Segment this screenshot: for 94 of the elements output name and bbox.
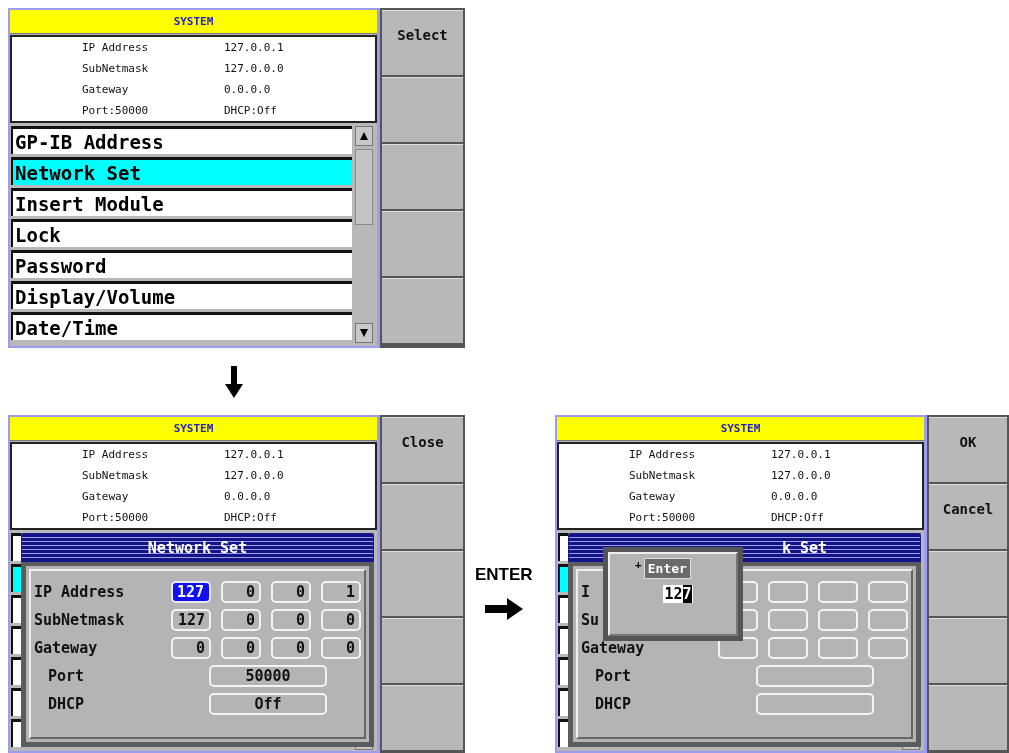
field-label: DHCP bbox=[594, 695, 632, 713]
field-label: Gateway bbox=[581, 639, 645, 657]
input-field[interactable] bbox=[818, 637, 858, 659]
input-field[interactable]: Off bbox=[209, 693, 327, 715]
softkey[interactable] bbox=[382, 618, 463, 683]
info-label: SubNetmask bbox=[82, 469, 150, 482]
info-label: Gateway bbox=[629, 490, 677, 503]
scroll-down-button[interactable] bbox=[355, 323, 373, 343]
input-field[interactable]: 0 bbox=[221, 581, 261, 603]
softkey[interactable]: OK bbox=[929, 417, 1007, 482]
field-label: Port bbox=[594, 667, 632, 685]
input-field[interactable]: 0 bbox=[271, 609, 311, 631]
info-label: Gateway bbox=[82, 490, 130, 503]
field-label: I bbox=[581, 583, 591, 601]
info-value: 127.0.0.1 bbox=[771, 448, 832, 461]
down-arrow-icon bbox=[224, 365, 244, 398]
enter-key-caption: ENTER bbox=[475, 565, 533, 585]
input-field[interactable]: 0 bbox=[171, 637, 211, 659]
field-label: SubNetmask bbox=[34, 611, 125, 629]
menu-item[interactable]: GP-IB Address bbox=[11, 126, 352, 154]
menu-item[interactable]: Display/Volume bbox=[11, 281, 352, 309]
softkey[interactable] bbox=[382, 211, 463, 276]
info-value: DHCP:Off bbox=[771, 511, 825, 524]
softkey[interactable] bbox=[382, 144, 463, 209]
menu-item[interactable]: Network Set bbox=[11, 157, 352, 185]
field-label: Su bbox=[581, 611, 600, 629]
screen-header: SYSTEM bbox=[10, 10, 377, 34]
field-label: Gateway bbox=[34, 639, 98, 657]
info-label: SubNetmask bbox=[82, 62, 150, 75]
input-field[interactable] bbox=[868, 609, 908, 631]
softkey[interactable] bbox=[382, 551, 463, 616]
info-value: 0.0.0.0 bbox=[771, 490, 819, 503]
info-label: IP Address bbox=[82, 448, 150, 461]
right-arrow-icon bbox=[485, 597, 525, 621]
softkey[interactable] bbox=[382, 77, 463, 142]
input-field[interactable]: 0 bbox=[221, 637, 261, 659]
softkey[interactable] bbox=[382, 484, 463, 549]
softkey[interactable] bbox=[382, 278, 463, 343]
softkey[interactable]: Close bbox=[382, 417, 463, 482]
scroll-up-button[interactable] bbox=[355, 126, 373, 146]
input-field[interactable] bbox=[768, 581, 808, 603]
menu-item[interactable]: Date/Time bbox=[11, 312, 352, 340]
input-field[interactable]: 0 bbox=[321, 609, 361, 631]
down-triangle-icon bbox=[359, 328, 369, 338]
input-field[interactable] bbox=[768, 609, 808, 631]
menu-item[interactable]: Insert Module bbox=[11, 188, 352, 216]
softkey[interactable] bbox=[929, 685, 1007, 750]
field-label: IP Address bbox=[34, 583, 125, 601]
menu-item[interactable]: Lock bbox=[11, 219, 352, 247]
info-label: IP Address bbox=[82, 41, 150, 54]
input-field[interactable]: 1 bbox=[321, 581, 361, 603]
input-field[interactable]: 50000 bbox=[209, 665, 327, 687]
input-field[interactable] bbox=[868, 637, 908, 659]
input-field[interactable] bbox=[868, 581, 908, 603]
menu-item[interactable]: Password bbox=[11, 250, 352, 278]
input-field[interactable]: 127 bbox=[171, 581, 211, 603]
field-label: Port bbox=[47, 667, 85, 685]
input-field[interactable] bbox=[768, 637, 808, 659]
info-label: SubNetmask bbox=[629, 469, 697, 482]
info-value: 0.0.0.0 bbox=[224, 490, 272, 503]
up-triangle-icon bbox=[359, 131, 369, 141]
input-field[interactable] bbox=[756, 693, 874, 715]
info-value: 127.0.0.1 bbox=[224, 448, 285, 461]
scrollbar-thumb[interactable] bbox=[355, 149, 373, 225]
popup-title: Enter bbox=[643, 558, 691, 579]
info-label: Port:50000 bbox=[629, 511, 697, 524]
info-value: 127.0.0.1 bbox=[224, 41, 285, 54]
info-label: Port:50000 bbox=[82, 511, 150, 524]
info-value: 127.0.0.0 bbox=[224, 62, 285, 75]
input-field[interactable]: 0 bbox=[321, 637, 361, 659]
info-value: DHCP:Off bbox=[224, 104, 278, 117]
info-value: DHCP:Off bbox=[224, 511, 278, 524]
input-field[interactable]: 0 bbox=[221, 609, 261, 631]
screen-header: SYSTEM bbox=[557, 417, 924, 441]
info-label: Port:50000 bbox=[82, 104, 150, 117]
input-field[interactable]: 127 bbox=[171, 609, 211, 631]
info-value: 127.0.0.0 bbox=[771, 469, 832, 482]
softkey[interactable] bbox=[382, 685, 463, 750]
softkey[interactable]: Cancel bbox=[929, 484, 1007, 549]
screen-header: SYSTEM bbox=[10, 417, 377, 441]
input-field[interactable] bbox=[818, 609, 858, 631]
softkey[interactable] bbox=[929, 551, 1007, 616]
entry-field[interactable]: 127 bbox=[663, 585, 693, 603]
info-value: 127.0.0.0 bbox=[224, 469, 285, 482]
input-field[interactable]: 0 bbox=[271, 581, 311, 603]
field-label: DHCP bbox=[47, 695, 85, 713]
softkey[interactable]: Select bbox=[382, 10, 463, 75]
info-label: Gateway bbox=[82, 83, 130, 96]
softkey[interactable] bbox=[929, 618, 1007, 683]
input-field[interactable] bbox=[756, 665, 874, 687]
input-field[interactable]: 0 bbox=[271, 637, 311, 659]
input-field[interactable] bbox=[818, 581, 858, 603]
info-label: IP Address bbox=[629, 448, 697, 461]
info-value: 0.0.0.0 bbox=[224, 83, 272, 96]
